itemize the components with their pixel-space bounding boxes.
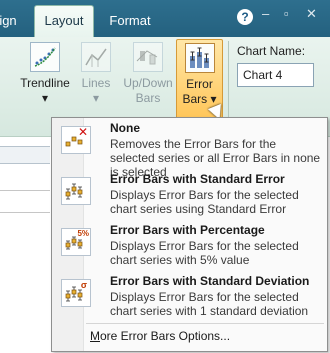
chevron-down-icon: ▾ — [41, 91, 49, 105]
up-down-bars-label: Up/Down — [123, 76, 173, 90]
up-down-bars-label-2: Bars — [135, 91, 161, 105]
ribbon-tab-strip: ign Layout Format ? – ▫ ✕ — [0, 0, 330, 38]
restore-icon[interactable]: ▫ — [284, 6, 289, 21]
error-bars-label-2: Bars ▾ — [182, 92, 217, 106]
menu-item-standard-error[interactable]: Error Bars with Standard Error Displays … — [52, 169, 327, 220]
sigma-badge: σ — [80, 280, 87, 290]
chevron-down-icon: ▾ — [210, 92, 217, 106]
menu-item-title: Error Bars with Standard Deviation — [110, 274, 310, 288]
lines-label: Lines — [81, 76, 111, 90]
more-error-bars-options[interactable]: More Error Bars Options... — [90, 329, 230, 343]
error-bars-standard-error-icon — [61, 177, 91, 205]
chart-name-input[interactable]: Chart 4 — [237, 63, 314, 87]
menu-separator — [86, 323, 324, 324]
lines-button[interactable]: Lines ▾ — [76, 42, 116, 106]
tab-layout[interactable]: Layout — [34, 5, 94, 38]
menu-item-percentage[interactable]: 5% Error Bars with Percentage Displays E… — [52, 220, 327, 271]
up-down-bars-icon — [133, 42, 163, 72]
up-down-bars-button[interactable]: Up/Down Bars — [116, 42, 180, 106]
trendline-label: Trendline — [20, 76, 70, 90]
chevron-down-icon: ▾ — [92, 91, 100, 105]
percentage-badge: 5% — [77, 229, 89, 238]
trendline-icon — [30, 42, 60, 72]
error-bars-standard-deviation-icon: σ — [61, 279, 91, 307]
menu-item-title: Error Bars with Percentage — [110, 223, 265, 237]
trendline-button[interactable]: Trendline ▾ — [14, 42, 76, 106]
error-bars-percentage-icon: 5% — [61, 228, 91, 256]
menu-item-none[interactable]: ✕ None Removes the Error Bars for the se… — [52, 118, 327, 179]
tab-format[interactable]: Format — [100, 8, 160, 37]
lines-icon — [81, 42, 111, 72]
menu-item-title: Error Bars with Standard Error — [110, 172, 285, 186]
minimize-icon[interactable]: – — [262, 6, 269, 21]
grid-line — [0, 212, 50, 213]
chart-name-label: Chart Name: — [237, 44, 306, 58]
menu-item-description: Displays Error Bars for the selected cha… — [110, 188, 299, 216]
grid-line — [0, 190, 50, 191]
tab-design[interactable]: ign — [0, 8, 24, 37]
close-icon[interactable]: ✕ — [306, 6, 317, 22]
menu-item-standard-deviation[interactable]: σ Error Bars with Standard Deviation Dis… — [52, 271, 327, 322]
error-bars-label: Error — [186, 77, 213, 91]
error-bars-none-icon: ✕ — [61, 125, 91, 154]
more-options-label: ore Error Bars Options... — [100, 329, 231, 343]
menu-item-description: Displays Error Bars for the selected cha… — [110, 239, 299, 267]
menu-item-description: Displays Error Bars for the selected cha… — [110, 290, 309, 318]
help-icon[interactable]: ? — [237, 9, 253, 25]
menu-item-title: None — [110, 121, 140, 135]
access-key: M — [90, 329, 100, 343]
error-bars-menu: ✕ None Removes the Error Bars for the se… — [51, 117, 328, 352]
formula-bar — [0, 146, 50, 164]
error-bars-icon — [184, 43, 215, 73]
